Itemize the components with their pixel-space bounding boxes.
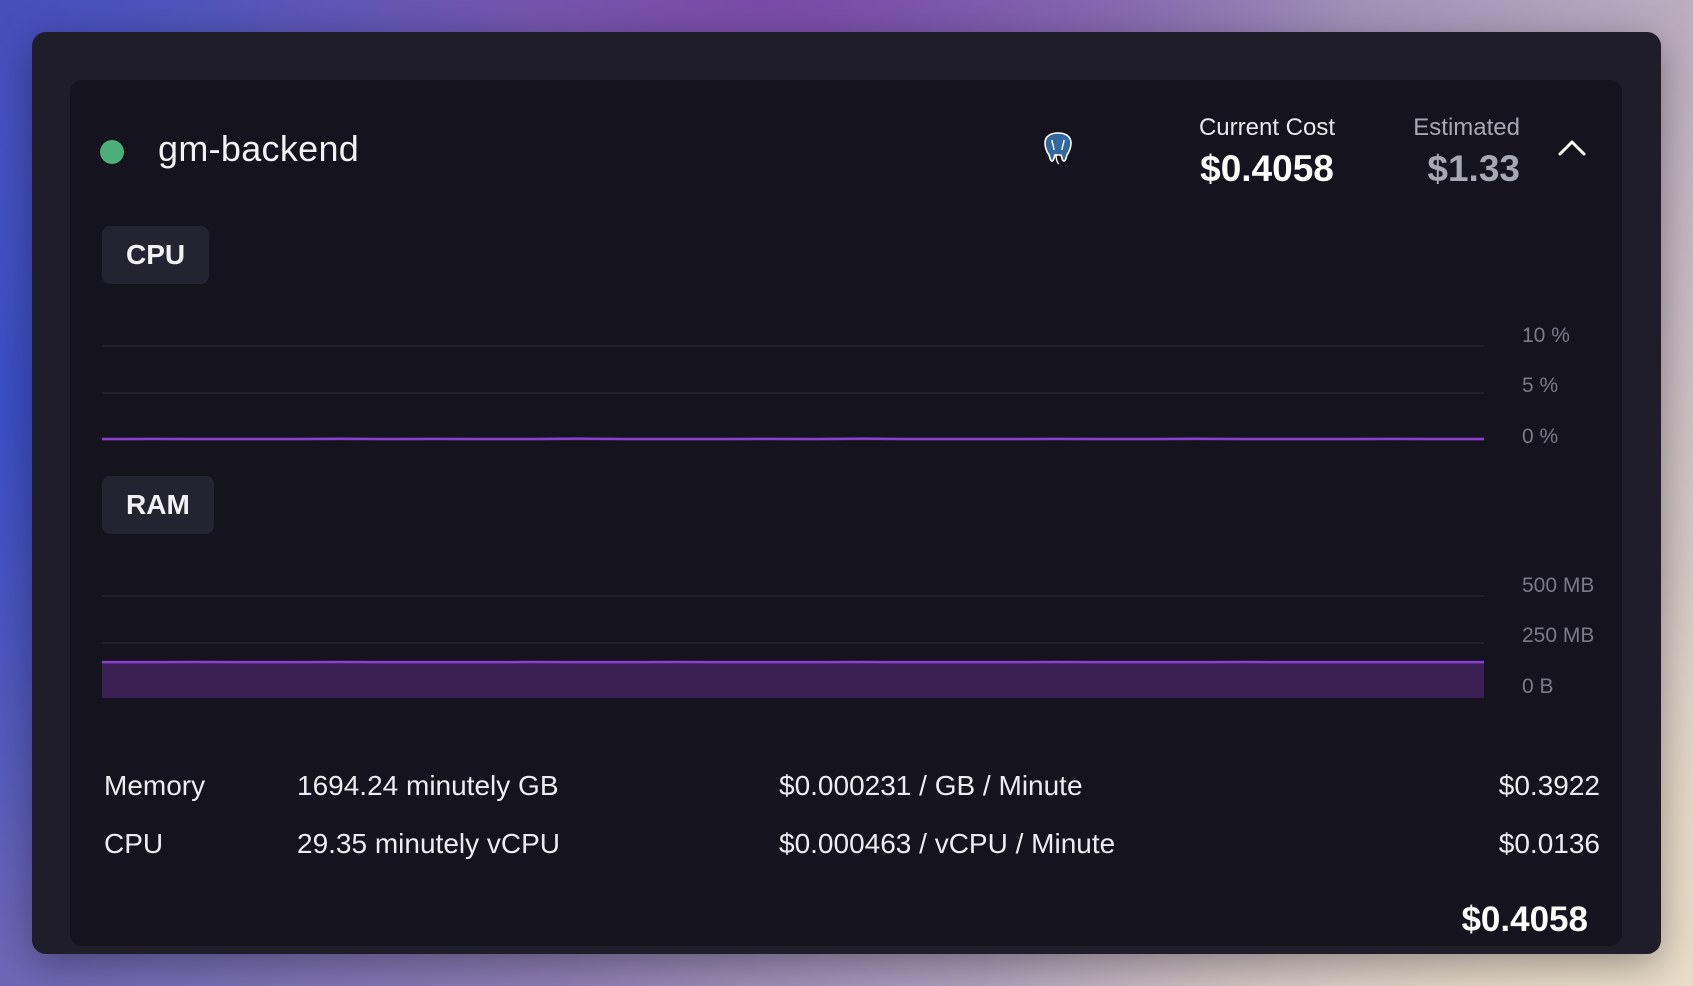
usage-rate: $0.000463 / vCPU / Minute	[779, 828, 1116, 859]
estimated-cost-label: Estimated	[1413, 114, 1520, 141]
collapse-button[interactable]	[1550, 126, 1594, 170]
ram-chart-label: RAM	[102, 476, 214, 534]
total-cost: $0.4058	[1461, 900, 1588, 939]
postgres-elephant-icon	[1044, 132, 1072, 165]
usage-row-cpu: CPU 29.35 minutely vCPU $0.000463 / vCPU…	[104, 820, 1600, 878]
ram-tick-mid: 250 MB	[1522, 624, 1595, 647]
service-card: gm-backend Current Cost $0.4058 Estimate…	[70, 80, 1622, 946]
service-window: gm-backend Current Cost $0.4058 Estimate…	[32, 32, 1661, 954]
usage-quantity: 29.35 minutely vCPU	[297, 828, 561, 859]
usage-name: CPU	[104, 828, 164, 859]
cpu-tick-mid: 5 %	[1522, 374, 1559, 397]
chevron-up-icon	[1558, 140, 1586, 156]
ram-tick-min: 0 B	[1522, 675, 1554, 698]
usage-quantity: 1694.24 minutely GB	[297, 770, 559, 801]
estimated-cost: Estimated $1.33	[1370, 114, 1520, 190]
usage-table: Memory 1694.24 minutely GB $0.000231 / G…	[104, 762, 1600, 878]
usage-name: Memory	[104, 770, 206, 801]
cpu-tick-max: 10 %	[1522, 324, 1570, 347]
usage-amount: $0.0136	[1498, 828, 1600, 859]
service-name: gm-backend	[158, 128, 360, 169]
usage-row-memory: Memory 1694.24 minutely GB $0.000231 / G…	[104, 762, 1600, 820]
cpu-chart-label: CPU	[102, 226, 210, 284]
cpu-chart	[102, 345, 1484, 441]
cpu-tick-min: 0 %	[1522, 425, 1559, 448]
current-cost-label: Current Cost	[1198, 114, 1336, 141]
ram-area	[102, 661, 1484, 698]
usage-rate: $0.000231 / GB / Minute	[779, 770, 1083, 801]
status-indicator	[100, 140, 124, 164]
current-cost: Current Cost $0.4058	[1182, 114, 1352, 190]
current-cost-value: $0.4058	[1200, 148, 1334, 189]
ram-tick-max: 500 MB	[1522, 574, 1595, 597]
usage-amount: $0.3922	[1498, 770, 1600, 801]
estimated-cost-value: $1.33	[1427, 148, 1520, 189]
ram-chart	[102, 595, 1484, 698]
